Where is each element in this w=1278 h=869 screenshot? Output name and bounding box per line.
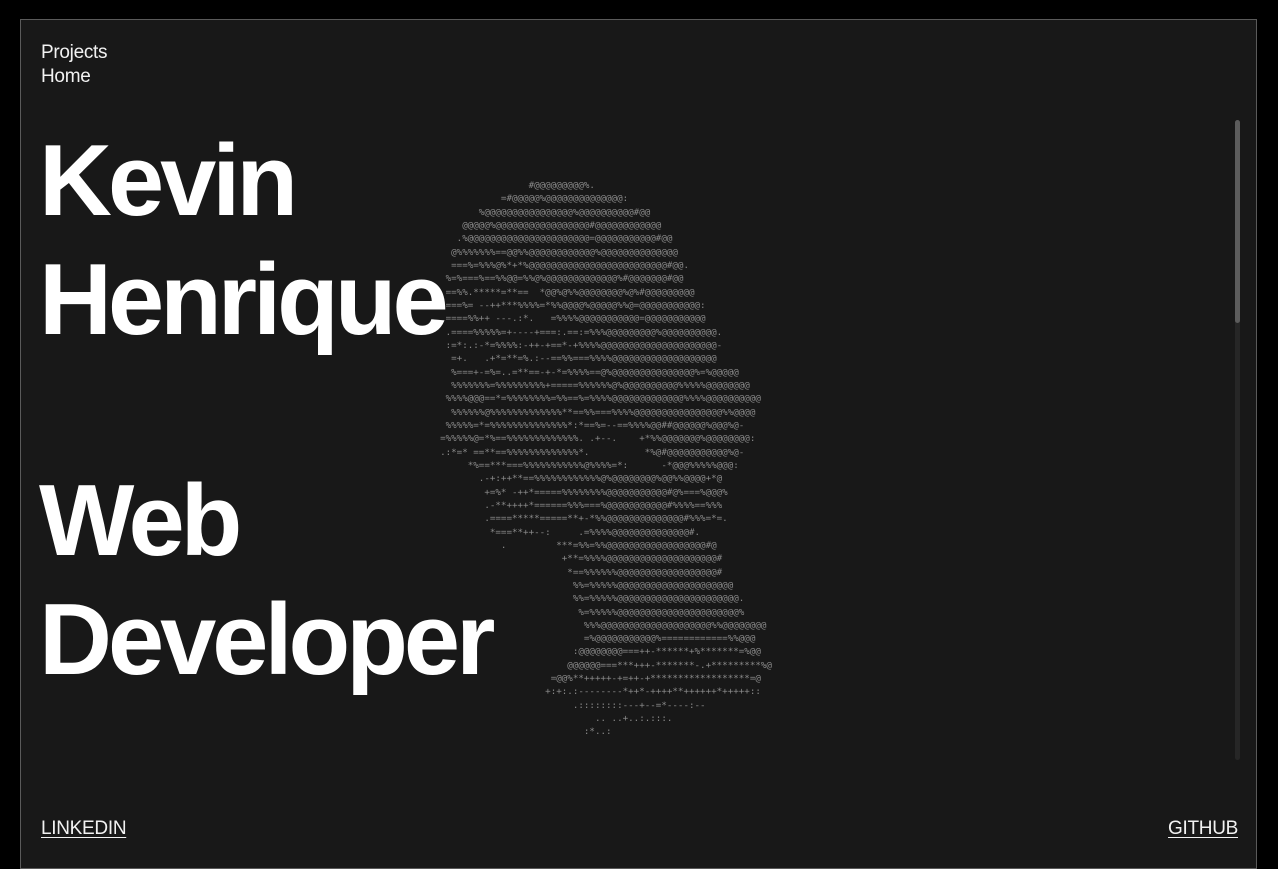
hero-role-first: Web [39, 465, 242, 577]
linkedin-link[interactable]: LINKEDIN [41, 817, 127, 841]
main-panel: Projects Home #@@@@@@@@@%. =#@@@@@%@@@@@… [20, 19, 1257, 869]
scrollbar-thumb[interactable] [1235, 120, 1240, 323]
hero-spacer [39, 360, 491, 462]
nav-link-projects[interactable]: Projects [41, 41, 108, 65]
vertical-scrollbar[interactable] [1235, 120, 1240, 760]
hero-headline: Kevin Henrique Web Developer [39, 122, 495, 700]
nav-link-home[interactable]: Home [41, 65, 107, 89]
hero-name-first: Kevin [39, 125, 298, 237]
hero-name-last: Henrique [39, 244, 449, 356]
top-nav: Projects Home [41, 41, 108, 89]
github-link[interactable]: GITHUB [1168, 817, 1238, 841]
hero-role-second: Developer [39, 584, 495, 696]
